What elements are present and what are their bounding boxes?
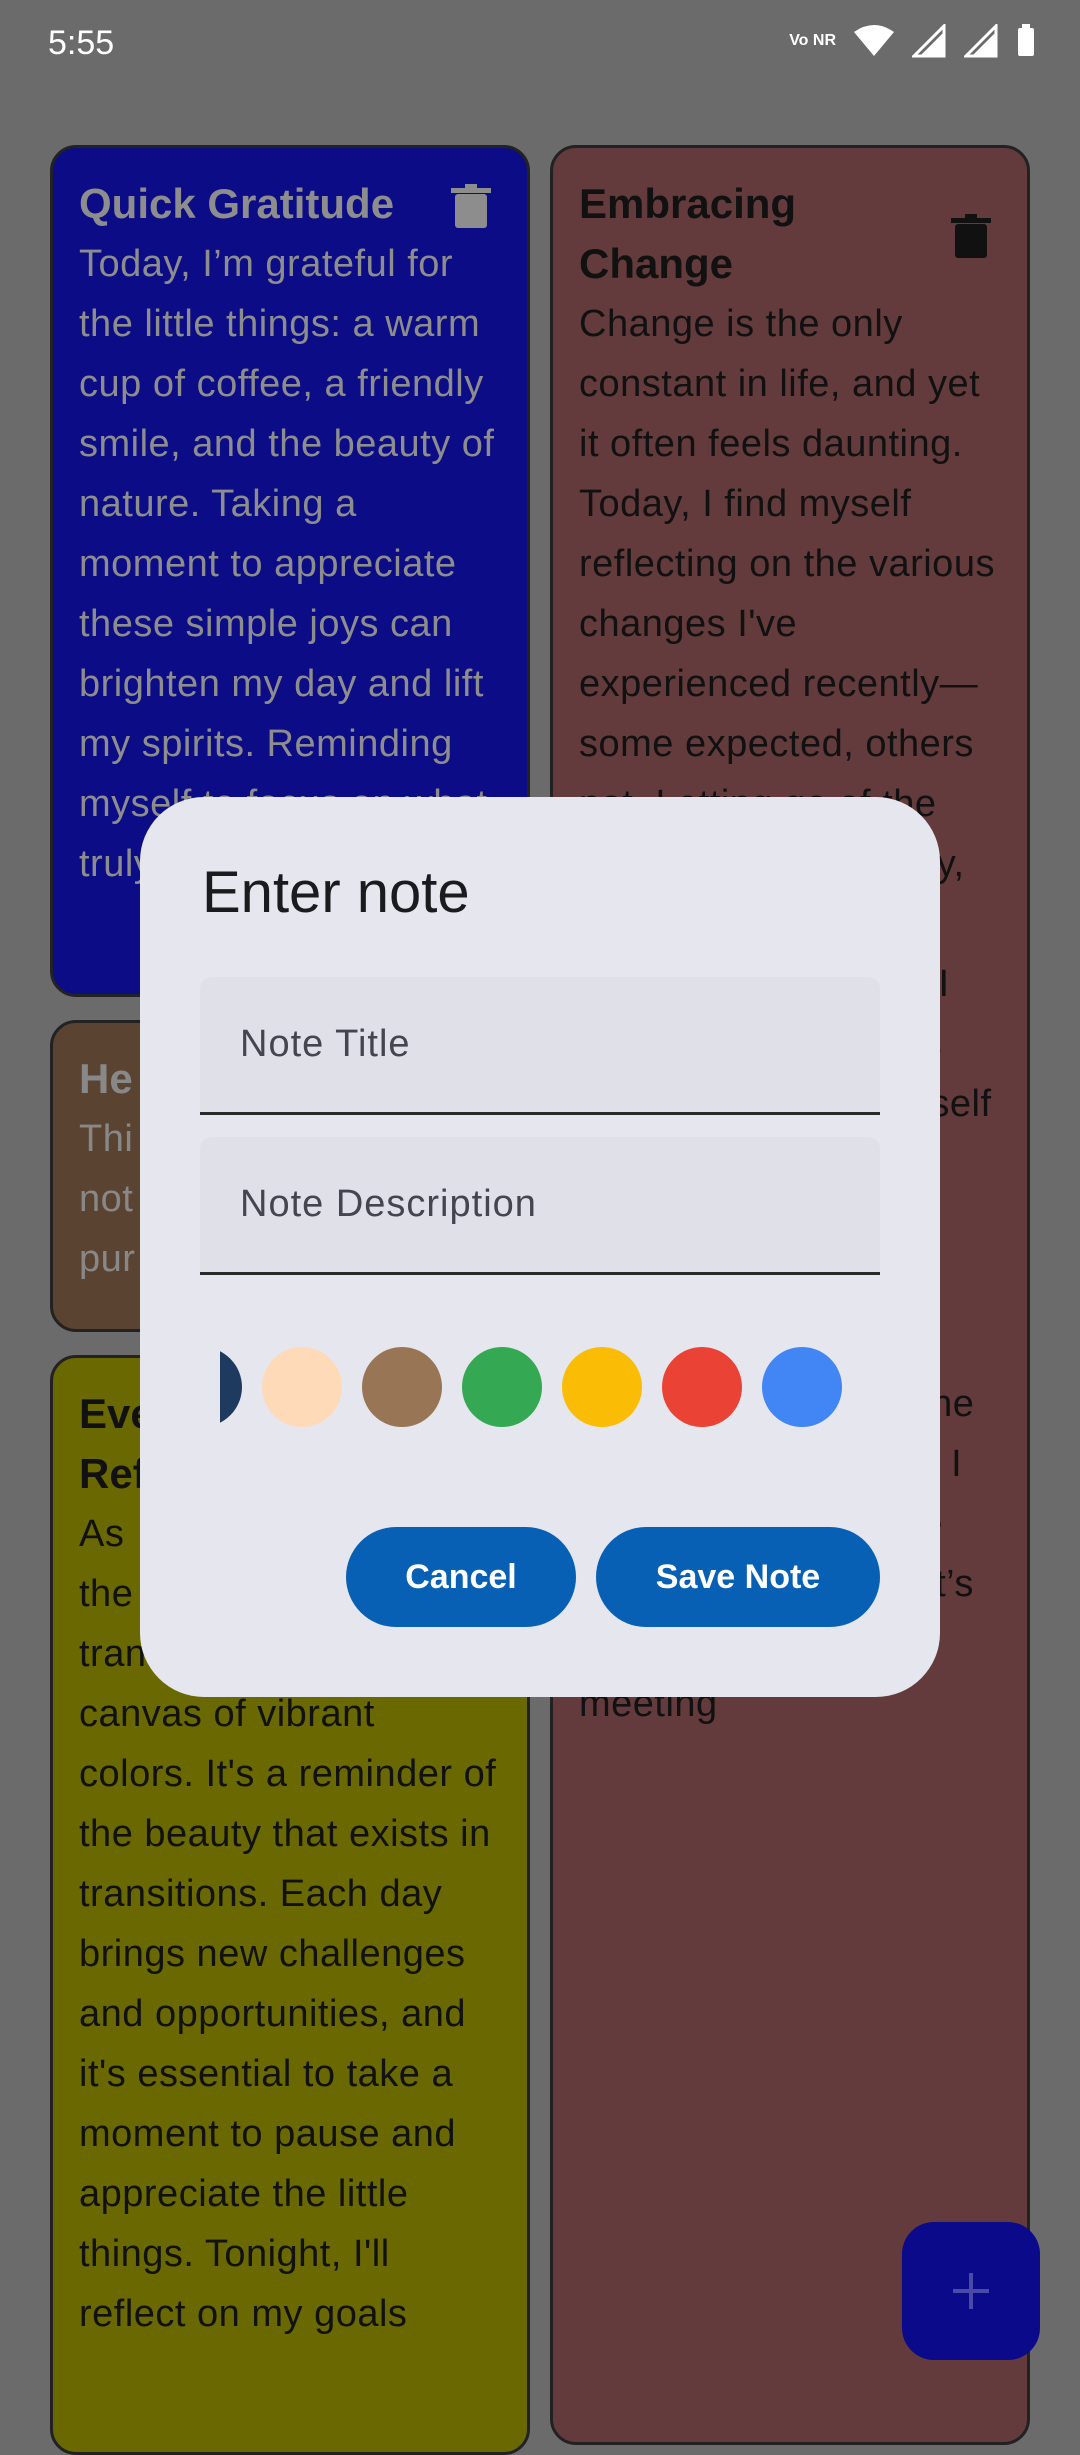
color-swatch[interactable] [762, 1347, 842, 1427]
cancel-button[interactable]: Cancel [346, 1527, 576, 1627]
color-swatch[interactable] [262, 1347, 342, 1427]
note-description-input[interactable] [200, 1137, 880, 1272]
color-swatch[interactable] [220, 1347, 242, 1427]
enter-note-dialog: Enter note Cancel Save Note [140, 797, 940, 1697]
note-title-input[interactable] [200, 977, 880, 1112]
color-swatch[interactable] [562, 1347, 642, 1427]
color-picker[interactable] [220, 1347, 860, 1431]
color-swatch[interactable] [362, 1347, 442, 1427]
save-note-button[interactable]: Save Note [596, 1527, 880, 1627]
note-title-field[interactable] [200, 977, 880, 1115]
note-description-field[interactable] [200, 1137, 880, 1275]
dialog-title: Enter note [202, 860, 470, 925]
color-swatch[interactable] [662, 1347, 742, 1427]
color-swatch[interactable] [462, 1347, 542, 1427]
